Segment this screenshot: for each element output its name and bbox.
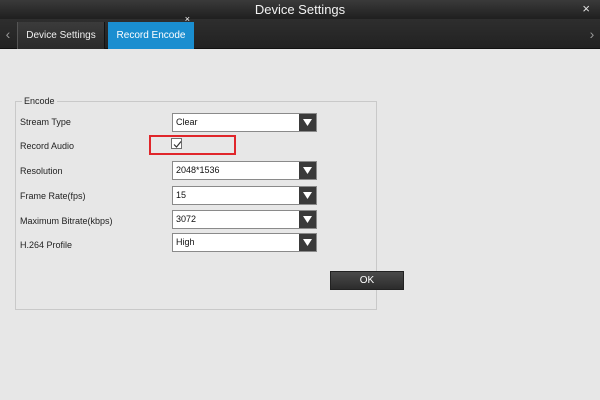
resolution-value: 2048*1536 bbox=[176, 165, 220, 175]
window-title: Device Settings bbox=[254, 2, 346, 17]
checkmark-icon bbox=[173, 141, 182, 148]
tab-scroll-right-icon[interactable]: › bbox=[586, 19, 598, 49]
max-bitrate-select[interactable]: 3072 bbox=[172, 210, 317, 229]
window-close-icon[interactable]: × bbox=[582, 0, 590, 19]
resolution-label: Resolution bbox=[20, 166, 63, 176]
tab-label: Device Settings bbox=[26, 30, 96, 41]
h264-profile-select[interactable]: High bbox=[172, 233, 317, 252]
record-audio-highlight-box bbox=[149, 135, 236, 155]
encode-group: Encode bbox=[15, 96, 377, 310]
h264-profile-label: H.264 Profile bbox=[20, 240, 73, 250]
h264-profile-value: High bbox=[176, 237, 195, 247]
device-settings-window: Device Settings × ‹ Device Settings Reco… bbox=[0, 0, 600, 400]
tab-close-icon[interactable]: × bbox=[185, 13, 190, 25]
content-area: Encode Stream Type Clear Record Audio Re… bbox=[0, 50, 600, 400]
record-audio-checkbox[interactable] bbox=[171, 138, 182, 149]
dropdown-arrow-icon[interactable] bbox=[299, 234, 316, 251]
tab-label: Record Encode bbox=[116, 30, 186, 41]
max-bitrate-value: 3072 bbox=[176, 214, 197, 224]
dropdown-arrow-icon[interactable] bbox=[299, 162, 316, 179]
encode-group-label: Encode bbox=[22, 96, 57, 106]
resolution-select[interactable]: 2048*1536 bbox=[172, 161, 317, 180]
frame-rate-select[interactable]: 15 bbox=[172, 186, 317, 205]
tab-bar: ‹ Device Settings Record Encode × › bbox=[0, 14, 600, 49]
stream-type-label: Stream Type bbox=[20, 117, 71, 127]
record-audio-label: Record Audio bbox=[20, 141, 75, 151]
tab-scroll-left-icon[interactable]: ‹ bbox=[2, 19, 14, 49]
tab-record-encode[interactable]: Record Encode × bbox=[108, 14, 194, 49]
frame-rate-label: Frame Rate(fps) bbox=[20, 191, 86, 201]
dropdown-arrow-icon[interactable] bbox=[299, 211, 316, 228]
window-titlebar: Device Settings × bbox=[0, 0, 600, 19]
stream-type-select[interactable]: Clear bbox=[172, 113, 317, 132]
stream-type-value: Clear bbox=[176, 117, 198, 127]
max-bitrate-label: Maximum Bitrate(kbps) bbox=[20, 216, 113, 226]
tab-device-settings[interactable]: Device Settings bbox=[17, 22, 105, 49]
frame-rate-value: 15 bbox=[176, 190, 187, 200]
ok-button[interactable]: OK bbox=[330, 271, 404, 290]
dropdown-arrow-icon[interactable] bbox=[299, 114, 316, 131]
dropdown-arrow-icon[interactable] bbox=[299, 187, 316, 204]
